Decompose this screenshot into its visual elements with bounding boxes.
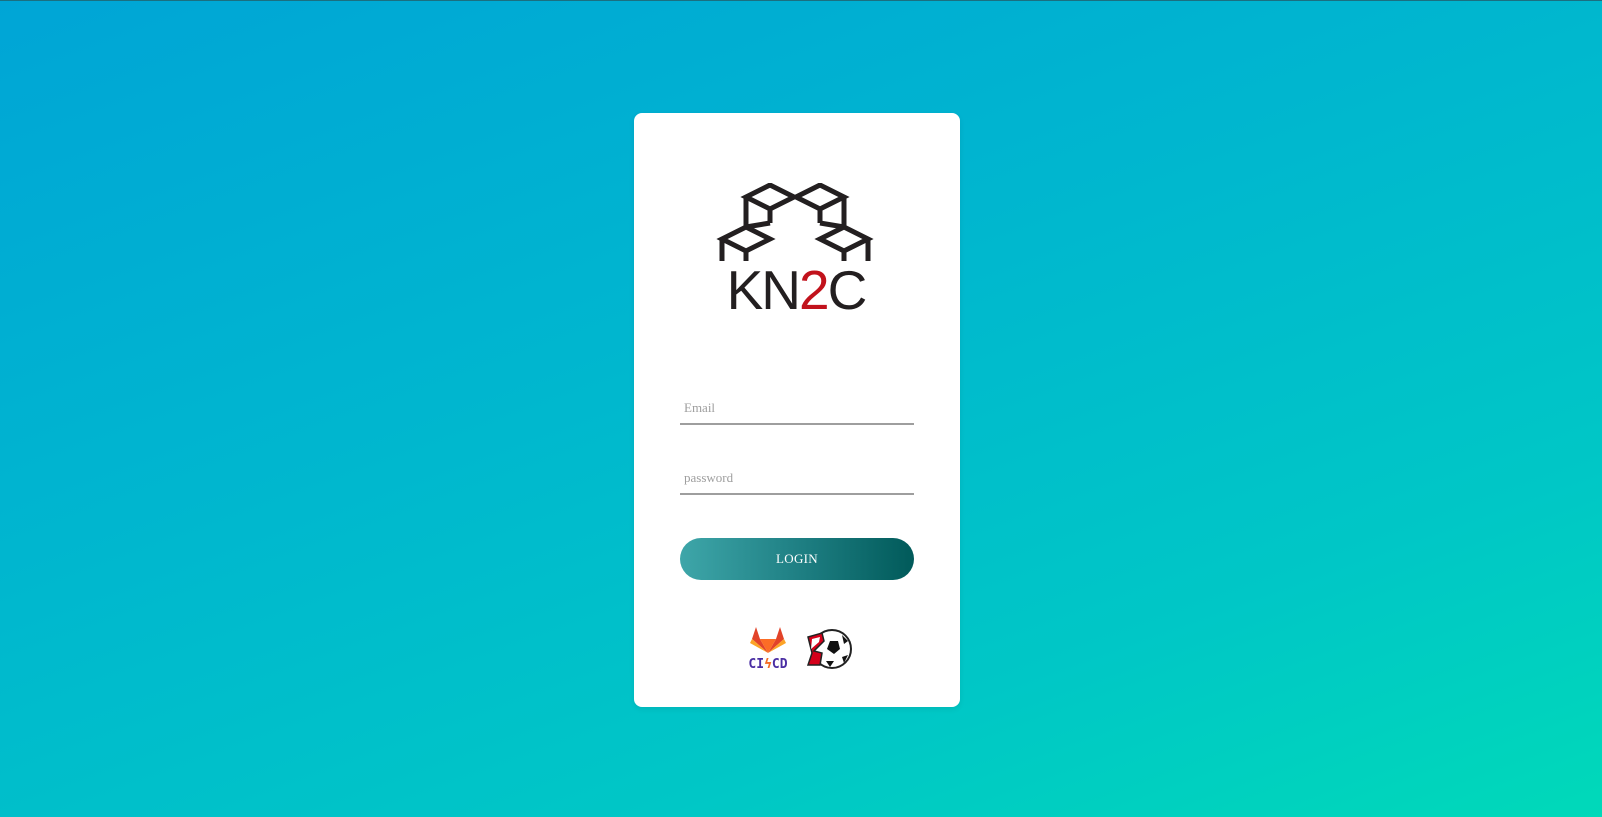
- robocup-soccer-ball-icon: [806, 629, 852, 669]
- kn2c-wordmark: KN2C: [716, 263, 876, 318]
- wordmark-prefix: KN: [726, 259, 801, 321]
- kn2c-hexagon-mark: [716, 183, 874, 261]
- login-button[interactable]: LOGIN: [680, 538, 914, 580]
- gitlab-cicd-logo: CIϟCD: [740, 625, 796, 675]
- cicd-bolt: ϟ: [764, 657, 772, 672]
- cicd-prefix: CI: [748, 657, 765, 672]
- cicd-label: CIϟCD: [740, 657, 796, 672]
- login-card: KN2C LOGIN CIϟCD: [634, 113, 960, 707]
- wordmark-suffix: C: [827, 259, 868, 321]
- password-field[interactable]: [680, 463, 914, 495]
- top-border: [0, 0, 1602, 1]
- kn2c-logo: KN2C: [716, 183, 876, 333]
- email-field[interactable]: [680, 393, 914, 425]
- footer-logos: CIϟCD: [740, 625, 860, 675]
- robocup-logo: [804, 627, 852, 673]
- gitlab-fox-icon: [750, 627, 786, 653]
- wordmark-accent: 2: [799, 259, 830, 321]
- cicd-suffix: CD: [771, 657, 788, 672]
